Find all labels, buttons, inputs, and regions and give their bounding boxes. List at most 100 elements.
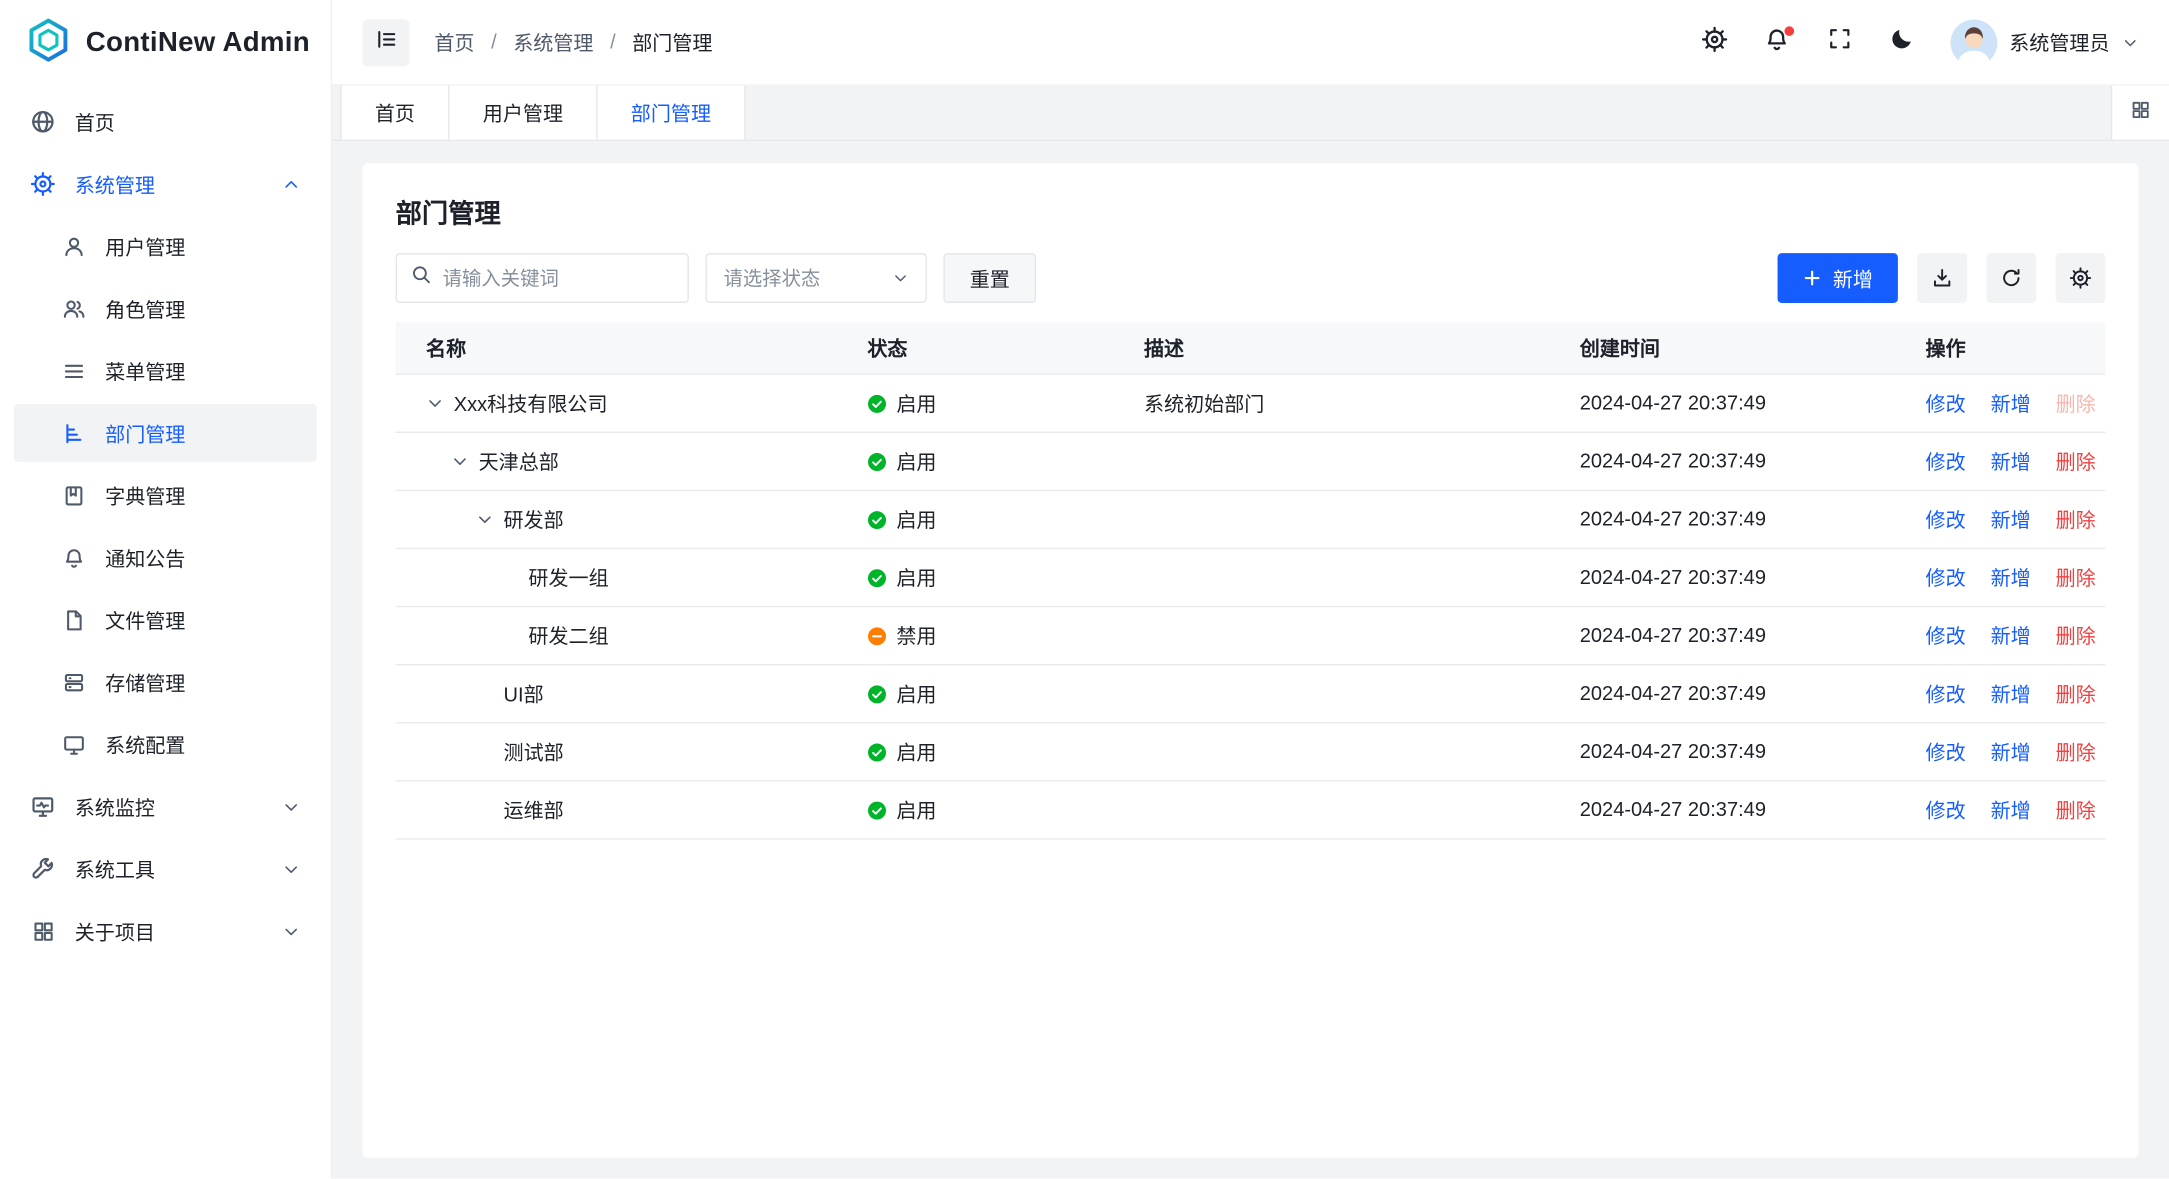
edit-link[interactable]: 修改 <box>1926 505 1966 534</box>
sidebar-item-system-management[interactable]: 系统管理 <box>14 155 317 213</box>
collapse-row-icon[interactable] <box>476 510 504 528</box>
sidebar-item-role-management[interactable]: 角色管理 <box>14 279 317 337</box>
breadcrumb-home[interactable]: 首页 <box>434 28 474 57</box>
edit-link[interactable]: 修改 <box>1926 621 1966 650</box>
add-link[interactable]: 新增 <box>1991 737 2031 766</box>
add-link[interactable]: 新增 <box>1991 505 2031 534</box>
search-input[interactable] <box>443 267 693 289</box>
book-icon <box>61 483 86 508</box>
delete-link[interactable]: 删除 <box>2056 621 2096 650</box>
table-row: 测试部 启用 2024-04-27 20:37:49 修改 新增 删除 <box>396 723 2106 781</box>
table-header-row: 名称 状态 描述 创建时间 操作 <box>396 322 2106 375</box>
add-link[interactable]: 新增 <box>1991 621 2031 650</box>
refresh-icon <box>2000 267 2022 289</box>
edit-link[interactable]: 修改 <box>1926 737 1966 766</box>
delete-link[interactable]: 删除 <box>2056 795 2096 824</box>
tab-user-management[interactable]: 用户管理 <box>450 86 598 140</box>
status-select[interactable]: 请选择状态 <box>705 253 926 303</box>
dept-name: Xxx科技有限公司 <box>454 389 608 418</box>
notifications-button[interactable] <box>1763 28 1791 56</box>
tree-icon <box>61 421 86 446</box>
delete-link[interactable]: 删除 <box>2056 389 2096 418</box>
monitor-icon <box>30 794 55 819</box>
sidebar-item-label: 通知公告 <box>105 543 185 572</box>
tab-label: 用户管理 <box>483 98 563 127</box>
table-settings-button[interactable] <box>2056 253 2106 303</box>
sidebar-item-system-monitor[interactable]: 系统监控 <box>14 777 317 835</box>
delete-link[interactable]: 删除 <box>2056 505 2096 534</box>
gear-icon <box>30 172 55 197</box>
edit-link[interactable]: 修改 <box>1926 795 1966 824</box>
tab-label: 部门管理 <box>631 98 711 127</box>
status-enabled-icon <box>867 394 886 413</box>
tab-actions-button[interactable] <box>2111 86 2169 140</box>
breadcrumb-system[interactable]: 系统管理 <box>513 28 593 57</box>
header-actions: 系统管理员 <box>1701 19 2139 66</box>
add-button[interactable]: 新增 <box>1778 253 1898 303</box>
main-area: 首页 / 系统管理 / 部门管理 <box>332 0 2169 1179</box>
col-header-time: 创建时间 <box>1558 333 1904 362</box>
add-link[interactable]: 新增 <box>1991 795 2031 824</box>
delete-link[interactable]: 删除 <box>2056 447 2096 476</box>
collapse-row-icon[interactable] <box>426 394 454 412</box>
app-window: ContiNew Admin 首页 系统管理 <box>0 0 2169 1179</box>
breadcrumb-separator: / <box>491 31 497 53</box>
sidebar-item-notice[interactable]: 通知公告 <box>14 528 317 586</box>
sidebar-item-menu-management[interactable]: 菜单管理 <box>14 342 317 400</box>
chevron-down-icon <box>282 797 300 815</box>
collapse-sidebar-icon <box>374 27 398 57</box>
add-link[interactable]: 新增 <box>1991 389 2031 418</box>
sidebar-item-label: 角色管理 <box>105 294 185 323</box>
table-row: 研发一组 启用 2024-04-27 20:37:49 修改 新增 删除 <box>396 549 2106 607</box>
export-button[interactable] <box>1917 253 1967 303</box>
sidebar-item-home[interactable]: 首页 <box>14 93 317 151</box>
sidebar-item-dept-management[interactable]: 部门管理 <box>14 404 317 462</box>
tab-dept-management[interactable]: 部门管理 <box>598 86 746 140</box>
apps-grid-icon <box>30 919 55 944</box>
add-link[interactable]: 新增 <box>1991 447 2031 476</box>
settings-button[interactable] <box>1701 28 1729 56</box>
sidebar-item-file-management[interactable]: 文件管理 <box>14 591 317 649</box>
status-label: 启用 <box>896 447 936 476</box>
layout-grid-icon <box>2130 99 2151 127</box>
delete-link[interactable]: 删除 <box>2056 737 2096 766</box>
delete-link[interactable]: 删除 <box>2056 563 2096 592</box>
app-logo[interactable]: ContiNew Admin <box>0 0 331 86</box>
sidebar-item-system-config[interactable]: 系统配置 <box>14 715 317 773</box>
tab-home[interactable]: 首页 <box>340 86 449 140</box>
fullscreen-icon <box>1827 26 1852 58</box>
collapse-sidebar-button[interactable] <box>362 19 409 66</box>
users-icon <box>61 296 86 321</box>
sidebar-item-dict-management[interactable]: 字典管理 <box>14 466 317 524</box>
created-time: 2024-04-27 20:37:49 <box>1558 799 1904 821</box>
collapse-row-icon[interactable] <box>451 452 479 470</box>
refresh-button[interactable] <box>1986 253 2036 303</box>
reset-button[interactable]: 重置 <box>943 253 1036 303</box>
status-enabled-icon <box>867 568 886 587</box>
add-link[interactable]: 新增 <box>1991 563 2031 592</box>
sidebar-item-label: 系统配置 <box>105 730 185 759</box>
page-content: 部门管理 请选择状态 重置 <box>332 141 2169 1178</box>
sidebar: ContiNew Admin 首页 系统管理 <box>0 0 332 1179</box>
delete-link[interactable]: 删除 <box>2056 679 2096 708</box>
chevron-down-icon <box>2122 34 2139 51</box>
sidebar-item-about-project[interactable]: 关于项目 <box>14 902 317 960</box>
add-link[interactable]: 新增 <box>1991 679 2031 708</box>
created-time: 2024-04-27 20:37:49 <box>1558 392 1904 414</box>
edit-link[interactable]: 修改 <box>1926 679 1966 708</box>
sidebar-item-storage-management[interactable]: 存储管理 <box>14 653 317 711</box>
fullscreen-button[interactable] <box>1825 28 1853 56</box>
sidebar-nav: 首页 系统管理 用户管理 角色 <box>0 86 331 1179</box>
status-enabled-icon <box>867 742 886 761</box>
edit-link[interactable]: 修改 <box>1926 563 1966 592</box>
created-time: 2024-04-27 20:37:49 <box>1558 450 1904 472</box>
menu-lines-icon <box>61 358 86 383</box>
edit-link[interactable]: 修改 <box>1926 389 1966 418</box>
dept-name: 天津总部 <box>479 447 559 476</box>
col-header-ops: 操作 <box>1903 333 2105 362</box>
sidebar-item-system-tools[interactable]: 系统工具 <box>14 840 317 898</box>
dark-mode-toggle[interactable] <box>1888 28 1916 56</box>
user-menu[interactable]: 系统管理员 <box>1950 19 2139 66</box>
edit-link[interactable]: 修改 <box>1926 447 1966 476</box>
sidebar-item-user-management[interactable]: 用户管理 <box>14 217 317 275</box>
